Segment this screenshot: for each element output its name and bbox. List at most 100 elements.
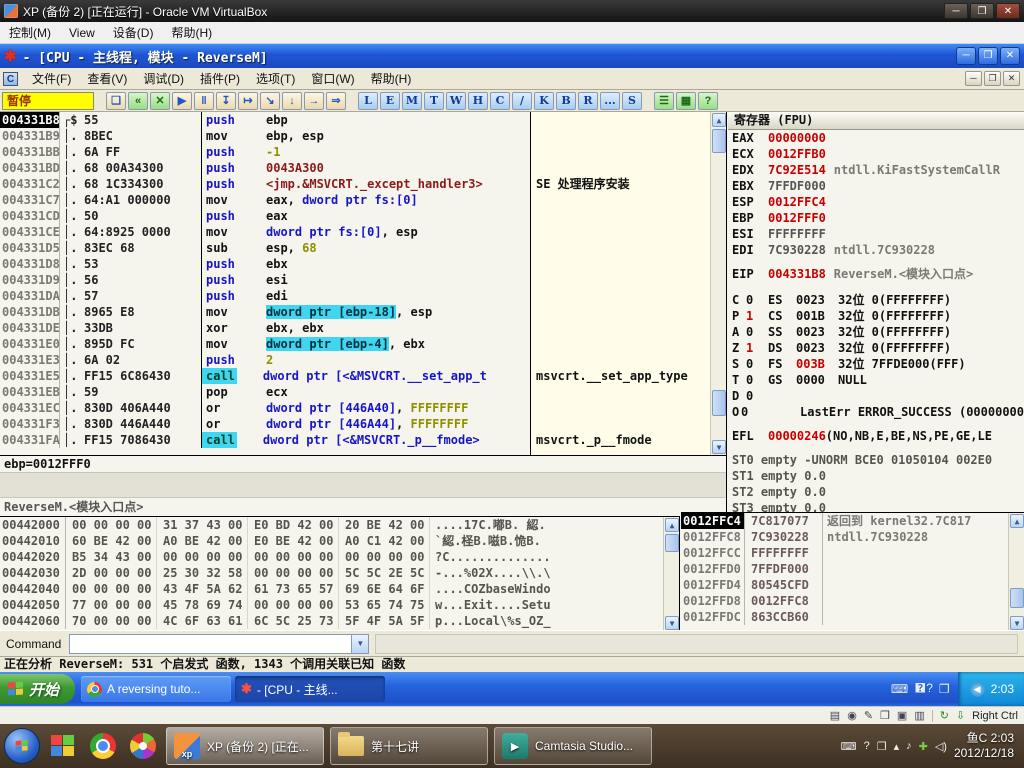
- xp-start-button[interactable]: 开始: [0, 674, 75, 704]
- stack-row[interactable]: 0012FFD80012FFC8: [681, 593, 1008, 609]
- host-chrome-button[interactable]: [86, 729, 120, 763]
- olly-menu-file[interactable]: 文件(F): [24, 67, 79, 90]
- disasm-comment[interactable]: [531, 272, 711, 288]
- flag-row[interactable]: D0: [728, 388, 1024, 404]
- trace-into-button[interactable]: ↘: [260, 92, 280, 110]
- disasm-comment[interactable]: [531, 288, 711, 304]
- olly-minimize-button[interactable]: ─: [956, 47, 976, 65]
- vbox-menu-view[interactable]: View: [60, 23, 104, 43]
- step-into-button[interactable]: ↧: [216, 92, 236, 110]
- toolbar-letter-R[interactable]: R: [578, 92, 598, 110]
- mdi-restore-button[interactable]: ❐: [984, 71, 1001, 86]
- host-task-folder[interactable]: 第十七讲: [330, 727, 488, 765]
- toolbar-letter-E[interactable]: E: [380, 92, 400, 110]
- stack-row[interactable]: 0012FFC87C930228ntdll.7C930228: [681, 529, 1008, 545]
- stack-row[interactable]: 0012FFD480545CFD: [681, 577, 1008, 593]
- stack-row[interactable]: 0012FFD07FFDF000: [681, 561, 1008, 577]
- register-row[interactable]: ESIFFFFFFFF: [728, 226, 1024, 242]
- olly-menu-options[interactable]: 选项(T): [248, 67, 303, 90]
- restore-tray-icon[interactable]: ❐: [939, 682, 950, 696]
- scroll-down-icon[interactable]: ▼: [712, 440, 726, 454]
- disasm-comment[interactable]: [531, 320, 711, 336]
- xp-task-chrome[interactable]: A reversing tuto...: [81, 676, 231, 702]
- disasm-comment[interactable]: [531, 128, 711, 144]
- disasm-comment[interactable]: [531, 256, 711, 272]
- register-row[interactable]: EBX7FFDF000: [728, 178, 1024, 194]
- disasm-comment[interactable]: [531, 112, 711, 128]
- flag-row[interactable]: O0LastErr ERROR_SUCCESS (00000000: [728, 404, 1024, 420]
- flag-row[interactable]: T0GS0000NULL: [728, 372, 1024, 388]
- toolbar-letter-C[interactable]: C: [490, 92, 510, 110]
- mdi-minimize-button[interactable]: ─: [965, 71, 982, 86]
- toolbar-letter-W[interactable]: W: [446, 92, 466, 110]
- stack-row[interactable]: 0012FFCCFFFFFFFF: [681, 545, 1008, 561]
- host-search-button[interactable]: [46, 729, 80, 763]
- vbox-close-button[interactable]: ✕: [996, 3, 1020, 19]
- disasm-comment[interactable]: msvcrt._p__fmode: [531, 432, 711, 448]
- flag-row[interactable]: S0FS003B32位 7FFDE000(FFF): [728, 356, 1024, 372]
- run-button[interactable]: ▶: [172, 92, 192, 110]
- stack-scrollbar[interactable]: ▲ ▼: [1008, 513, 1024, 630]
- olly-menu-plugins[interactable]: 插件(P): [192, 67, 248, 90]
- until-return-button[interactable]: →: [304, 92, 324, 110]
- fpu-row[interactable]: ST2 empty 0.0: [728, 484, 1024, 500]
- register-row-eip[interactable]: EIP004331B8ReverseM.<模块入口点>: [728, 266, 1024, 282]
- disassembly-scrollbar[interactable]: ▲ ▼: [710, 112, 726, 455]
- dump-row[interactable]: 0044204000 00 00 0043 4F 5A 6261 73 65 5…: [0, 581, 664, 597]
- scroll-up-icon[interactable]: ▲: [1010, 514, 1024, 528]
- host-start-button[interactable]: [4, 728, 40, 764]
- dump-row[interactable]: 004420302D 00 00 0025 30 32 5800 00 00 0…: [0, 565, 664, 581]
- disasm-comment[interactable]: [531, 208, 711, 224]
- dump-row[interactable]: 00442020B5 34 43 0000 00 00 0000 00 00 0…: [0, 549, 664, 565]
- keyboard-icon[interactable]: ⌨: [841, 740, 857, 753]
- register-row[interactable]: EDI7C930228ntdll.7C930228: [728, 242, 1024, 258]
- goto-button[interactable]: ⇒: [326, 92, 346, 110]
- disasm-comment[interactable]: [531, 336, 711, 352]
- flag-row[interactable]: C0ES002332位 0(FFFFFFFF): [728, 292, 1024, 308]
- dump-scrollbar[interactable]: ▲ ▼: [663, 517, 679, 630]
- mdi-close-button[interactable]: ✕: [1003, 71, 1020, 86]
- stack-row[interactable]: 0012FFC47C817077返回到 kernel32.7C817: [681, 513, 1008, 529]
- disasm-comment[interactable]: msvcrt.__set_app_type: [531, 368, 711, 384]
- olly-menu-debug[interactable]: 调试(D): [135, 67, 192, 90]
- scroll-up-icon[interactable]: ▲: [665, 518, 679, 532]
- volume-icon[interactable]: ◁): [935, 740, 947, 753]
- disasm-comment[interactable]: [531, 224, 711, 240]
- host-clock[interactable]: 鱼C 2:03 2012/12/18: [954, 731, 1014, 761]
- disasm-comment[interactable]: [531, 192, 711, 208]
- toolbar-letter-S[interactable]: S: [622, 92, 642, 110]
- disasm-comment[interactable]: SE 处理程序安装: [531, 176, 711, 192]
- disasm-comment[interactable]: [531, 144, 711, 160]
- disasm-comment[interactable]: [531, 384, 711, 400]
- restart-button[interactable]: «: [128, 92, 148, 110]
- fpu-row[interactable]: ST1 empty 0.0: [728, 468, 1024, 484]
- close-button[interactable]: ✕: [150, 92, 170, 110]
- help-button[interactable]: ?: [698, 92, 718, 110]
- toolbar-letter-x[interactable]: /: [512, 92, 532, 110]
- trace-over-button[interactable]: ↓: [282, 92, 302, 110]
- olly-close-button[interactable]: ✕: [1000, 47, 1020, 65]
- register-row[interactable]: EBP0012FFF0: [728, 210, 1024, 226]
- command-input[interactable]: ▼: [69, 634, 369, 654]
- olly-menu-window[interactable]: 窗口(W): [303, 67, 362, 90]
- disasm-comment[interactable]: [531, 304, 711, 320]
- dump-row[interactable]: 0044200000 00 00 0031 37 43 00E0 BD 42 0…: [0, 517, 664, 533]
- vbox-menu-help[interactable]: 帮助(H): [162, 21, 221, 44]
- disasm-comment[interactable]: [531, 240, 711, 256]
- flag-row[interactable]: Z1DS002332位 0(FFFFFFFF): [728, 340, 1024, 356]
- toolbar-letter-K[interactable]: K: [534, 92, 554, 110]
- antivirus-icon[interactable]: ✚: [919, 740, 928, 753]
- host-task-virtualbox[interactable]: xp XP (备份 2) [正在...: [166, 727, 324, 765]
- step-over-button[interactable]: ↦: [238, 92, 258, 110]
- vbox-minimize-button[interactable]: ─: [944, 3, 968, 19]
- mixer-icon[interactable]: ♪: [906, 740, 912, 752]
- open-button[interactable]: ❏: [106, 92, 126, 110]
- help-tray-icon[interactable]: 🯄?: [914, 679, 933, 700]
- vbox-menu-devices[interactable]: 设备(D): [104, 21, 163, 44]
- register-row[interactable]: ESP0012FFC4: [728, 194, 1024, 210]
- hide-icons-icon[interactable]: ◀: [970, 682, 985, 697]
- vbox-menu-machine[interactable]: 控制(M): [0, 21, 60, 44]
- toolbar-letter-H[interactable]: H: [468, 92, 488, 110]
- flag-row[interactable]: P1CS001B32位 0(FFFFFFFF): [728, 308, 1024, 324]
- olly-maximize-button[interactable]: ❐: [978, 47, 998, 65]
